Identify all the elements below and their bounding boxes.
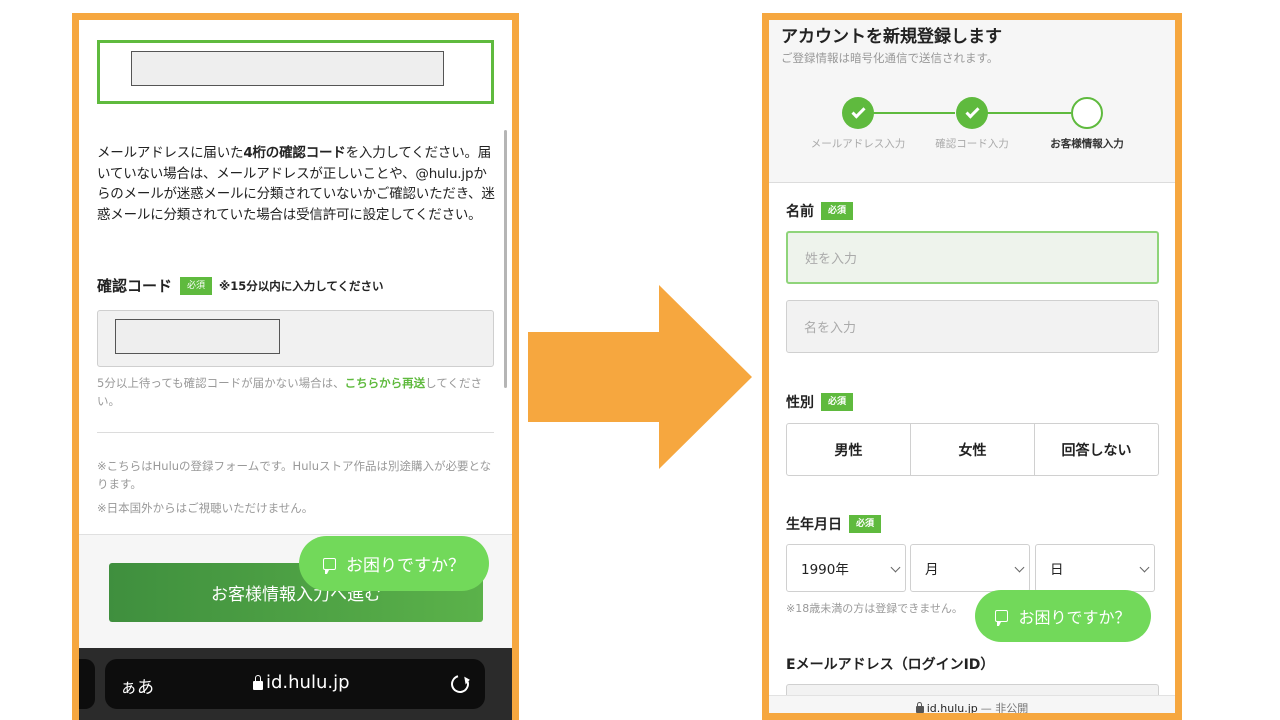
lock-icon: [915, 701, 924, 713]
code-label-row: 確認コード 必須 ※15分以内に入力してください: [97, 275, 384, 296]
page-title: アカウントを新規登録します: [781, 27, 1002, 47]
resend-link[interactable]: こちらから再送: [345, 376, 426, 390]
birth-day-select[interactable]: 日: [1035, 544, 1155, 592]
gender-option-male[interactable]: 男性: [787, 424, 911, 475]
step-3-current-icon: [1071, 97, 1103, 129]
required-badge: 必須: [849, 515, 882, 533]
step-2-check-icon: [956, 97, 988, 129]
step-connector: [873, 112, 955, 114]
lock-icon: [253, 674, 263, 690]
code-time-note: ※15分以内に入力してください: [219, 278, 384, 293]
birth-label-row: 生年月日 必須: [786, 514, 882, 534]
email-label: Eメールアドレス（ログインID）: [786, 657, 995, 673]
name-label: 名前: [786, 204, 814, 220]
birth-month-value: 月: [925, 562, 939, 578]
page-subtitle: ご登録情報は暗号化通信で送信されます。: [781, 51, 999, 65]
required-badge: 必須: [821, 202, 854, 220]
birth-day-value: 日: [1050, 562, 1064, 578]
help-button[interactable]: お困りですか？: [975, 590, 1151, 642]
footer-url: id.hulu.jp: [926, 701, 978, 715]
code-label: 確認コード: [97, 277, 173, 295]
gender-selector: 男性 女性 回答しない: [786, 423, 1159, 476]
chat-icon: [995, 610, 1009, 626]
browser-address-bar: ぁあ id.hulu.jp: [79, 648, 512, 720]
verification-code-frame: [97, 40, 494, 104]
birth-label: 生年月日: [786, 517, 842, 533]
chevron-down-icon: [1014, 562, 1025, 573]
help-label: お困りですか？: [346, 556, 465, 576]
instruction-pre: メールアドレスに届いた: [97, 145, 244, 161]
step-label-customer-info: お客様情報入力: [1050, 138, 1124, 150]
gender-option-no-answer[interactable]: 回答しない: [1035, 424, 1158, 475]
first-name-input[interactable]: 名を入力: [786, 300, 1159, 353]
birth-month-select[interactable]: 月: [910, 544, 1030, 592]
required-badge: 必須: [180, 276, 213, 295]
last-name-placeholder: 姓を入力: [805, 252, 858, 267]
birth-year-select[interactable]: 1990年: [786, 544, 906, 592]
browser-url-footer: id.hulu.jp — 非公開: [769, 695, 1175, 715]
age-note: ※18歳未満の方は登録できません。: [786, 602, 963, 615]
url-pill[interactable]: ぁあ id.hulu.jp: [105, 659, 485, 709]
note-region: ※日本国外からはご視聴いただけません。: [97, 501, 314, 515]
chevron-down-icon: [1139, 562, 1150, 573]
registration-header: アカウントを新規登録します ご登録情報は暗号化通信で送信されます。 メールアドレ…: [769, 20, 1175, 183]
reload-icon[interactable]: [447, 671, 473, 697]
name-label-row: 名前 必須: [786, 201, 854, 221]
instruction-text: メールアドレスに届いた4桁の確認コードを入力してください。届いていない場合は、メ…: [97, 143, 495, 225]
url-text: id.hulu.jp: [266, 672, 350, 693]
note-store: ※こちらはHuluの登録フォームです。Huluストア作品は別途購入が必要となりま…: [97, 459, 492, 491]
help-label: お困りですか？: [1018, 608, 1131, 627]
redacted-code-box: [131, 51, 444, 86]
step-label-code: 確認コード入力: [935, 138, 1009, 150]
last-name-input[interactable]: 姓を入力: [786, 231, 1159, 284]
right-phone-screenshot: アカウントを新規登録します ご登録情報は暗号化通信で送信されます。 メールアドレ…: [762, 13, 1182, 720]
footer-private-label: — 非公開: [980, 702, 1029, 715]
step-label-email: メールアドレス入力: [810, 138, 906, 150]
first-name-placeholder: 名を入力: [804, 321, 857, 336]
gender-label-row: 性別 必須: [786, 392, 854, 412]
divider: [97, 432, 494, 433]
text-size-button[interactable]: ぁあ: [120, 673, 154, 698]
instruction-bold: 4桁の確認コード: [243, 145, 346, 161]
chat-icon: [323, 557, 336, 574]
redacted-code-input-value: [115, 319, 280, 354]
gender-label: 性別: [786, 395, 814, 411]
resend-pre: 5分以上待っても確認コードが届かない場合は、: [97, 376, 345, 390]
required-badge: 必須: [821, 393, 854, 411]
previous-tab-stub[interactable]: [79, 659, 95, 709]
step-1-check-icon: [842, 97, 874, 129]
gender-option-female[interactable]: 女性: [911, 424, 1035, 475]
left-phone-screenshot: メールアドレスに届いた4桁の確認コードを入力してください。届いていない場合は、メ…: [72, 13, 519, 720]
birth-year-value: 1990年: [801, 562, 849, 578]
scrollbar[interactable]: [504, 130, 507, 388]
resend-text: 5分以上待っても確認コードが届かない場合は、こちらから再送してください。: [97, 374, 497, 410]
step-connector: [987, 112, 1071, 114]
arrow-right-icon: [528, 285, 752, 469]
chevron-down-icon: [890, 562, 901, 573]
help-button[interactable]: お困りですか？: [299, 536, 489, 591]
code-input[interactable]: [97, 310, 494, 367]
url-display[interactable]: id.hulu.jp: [253, 672, 350, 693]
notes: ※こちらはHuluの登録フォームです。Huluストア作品は別途購入が必要となりま…: [97, 457, 497, 523]
